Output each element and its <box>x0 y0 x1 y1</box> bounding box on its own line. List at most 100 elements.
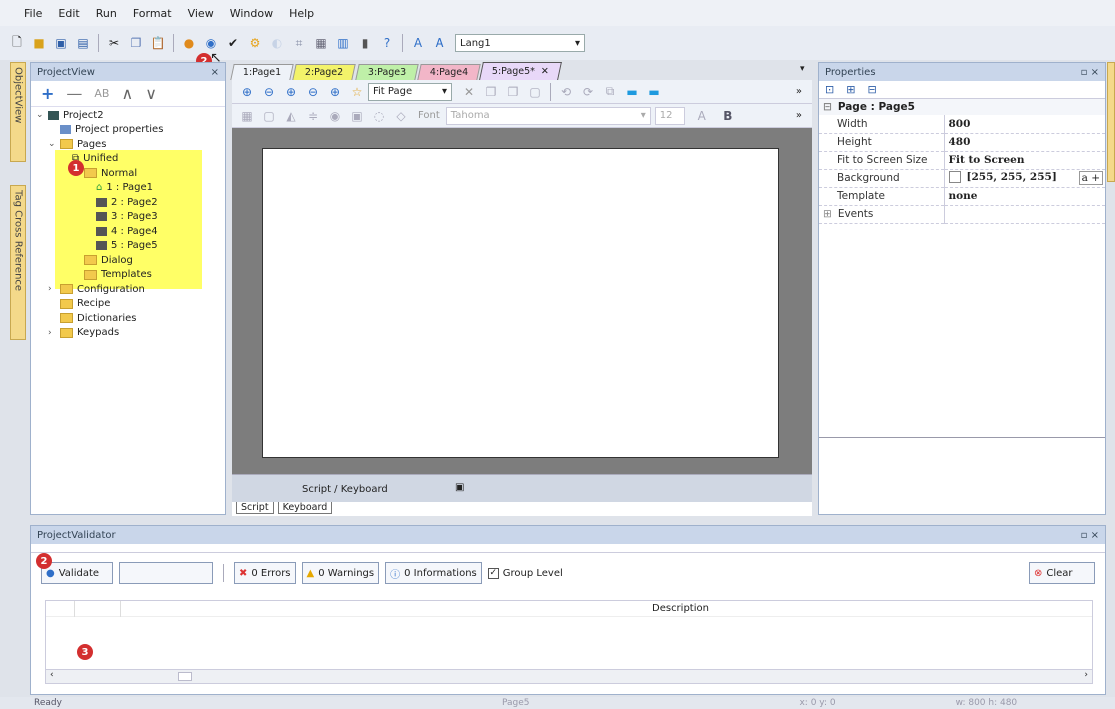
fill-icon[interactable]: ◭ <box>282 107 300 125</box>
scroll-left-icon[interactable]: ‹ <box>50 670 54 680</box>
tree-item[interactable]: Dialog <box>36 253 222 268</box>
tree-item[interactable]: Project properties <box>36 123 222 138</box>
info-icon[interactable]: ◉ <box>326 107 344 125</box>
group-icon[interactable]: ⟲ <box>557 83 575 101</box>
chevron-down-icon[interactable]: ⌄ <box>36 110 48 120</box>
chevron-down-icon[interactable]: ⌄ <box>48 139 60 149</box>
chart-icon[interactable]: ▮ <box>356 34 374 52</box>
warnings-filter-button[interactable]: ▲ 0 Warnings <box>301 562 380 584</box>
check-icon[interactable]: ✔ <box>224 34 242 52</box>
scroll-right-icon[interactable]: › <box>1084 670 1088 680</box>
validate-button[interactable]: ● Validate <box>41 562 113 584</box>
horizontal-scrollbar[interactable]: ‹ › <box>46 669 1092 683</box>
simulator-icon[interactable]: ◐ <box>268 34 286 52</box>
tab-page5[interactable]: 5:Page5* ✕ <box>479 62 563 80</box>
font-select[interactable]: Tahoma ▾ <box>445 106 651 125</box>
copy-obj-icon[interactable]: ❐ <box>504 83 522 101</box>
expand-icon[interactable]: ⊞ <box>823 208 832 220</box>
overflow-icon[interactable]: » <box>796 86 802 97</box>
zoom-area-icon[interactable]: ⊕ <box>326 83 344 101</box>
align-icon[interactable]: ▥ <box>334 34 352 52</box>
tree-item[interactable]: ⌄ Pages <box>36 137 222 152</box>
chevron-right-icon[interactable]: › <box>48 284 60 294</box>
pin-close-icon[interactable]: ▫ × <box>1081 67 1099 78</box>
clear-button[interactable]: ⊗ Clear <box>1029 562 1095 584</box>
property-row[interactable]: Width 800 <box>819 115 1105 134</box>
save-all-icon[interactable]: ▤ <box>74 34 92 52</box>
line-icon[interactable]: ≑ <box>304 107 322 125</box>
copy-icon[interactable]: ❐ <box>127 34 145 52</box>
tree-item[interactable]: Templates <box>36 268 222 283</box>
zoom-fit-icon[interactable]: ⊕ <box>282 83 300 101</box>
alphabetical-icon[interactable]: ⊞ <box>846 83 855 96</box>
menu-help[interactable]: Help <box>281 7 322 20</box>
menu-file[interactable]: File <box>16 7 50 20</box>
remove-icon[interactable]: — <box>66 84 82 103</box>
tree-item[interactable]: 3 : Page3 <box>36 210 222 225</box>
tree-item[interactable]: 2 : Page2 <box>36 195 222 210</box>
collapse-icon[interactable]: ⊟ <box>823 101 832 113</box>
tab-page1[interactable]: 1:Page1 <box>230 64 294 80</box>
cut-icon[interactable]: ✂ <box>105 34 123 52</box>
tree-item[interactable]: 4 : Page4 <box>36 224 222 239</box>
pin-close-icon[interactable]: ▫ × <box>1081 530 1099 541</box>
layer-back-icon[interactable]: ▬ <box>645 83 663 101</box>
overflow-icon[interactable]: » <box>796 110 802 121</box>
duplicate-icon[interactable]: ❐ <box>482 83 500 101</box>
menu-format[interactable]: Format <box>125 7 180 20</box>
tree-item[interactable]: ⌄ Project2 <box>36 108 222 123</box>
dock-icon[interactable]: ▣ <box>455 482 464 493</box>
menu-edit[interactable]: Edit <box>50 7 87 20</box>
zoom-select[interactable]: Fit Page ▾ <box>368 82 452 101</box>
tree-item[interactable]: ⌄Normal <box>36 166 222 181</box>
property-row[interactable]: Background [255, 255, 255] a + <box>819 169 1105 188</box>
move-up-icon[interactable]: ∧ <box>121 84 133 103</box>
tree-item[interactable]: › Keypads <box>36 326 222 341</box>
paste-icon[interactable]: 📋 <box>149 34 167 52</box>
property-value[interactable]: 800 <box>944 115 1105 134</box>
edit-button[interactable]: a + <box>1078 171 1103 185</box>
color-icon[interactable]: ◌ <box>370 107 388 125</box>
rename-icon[interactable]: AB <box>94 87 109 100</box>
errors-filter-button[interactable]: ✖ 0 Errors <box>234 562 296 584</box>
text-color-icon[interactable]: A <box>693 107 711 125</box>
font-icon[interactable]: Ꭺ <box>431 34 449 52</box>
tab-script[interactable]: Script <box>236 502 274 514</box>
new-file-icon[interactable]: 🗋 <box>8 34 26 52</box>
tabs-menu-icon[interactable]: ▾ <box>800 64 805 74</box>
zoom-in-icon[interactable]: ⊕ <box>238 83 256 101</box>
delete-icon[interactable]: ✕ <box>460 83 478 101</box>
property-value[interactable]: [255, 255, 255] a + <box>944 169 1105 188</box>
property-value[interactable]: none <box>944 187 1105 206</box>
scroll-thumb[interactable] <box>178 672 192 681</box>
font-size-select[interactable]: 12 <box>654 106 685 125</box>
run-icon[interactable]: ⚙ <box>246 34 264 52</box>
objectview-strip[interactable]: ObjectView <box>10 62 26 162</box>
bold-icon[interactable]: B <box>719 107 737 125</box>
frame-icon[interactable]: ▢ <box>526 83 544 101</box>
save-icon[interactable]: ▣ <box>52 34 70 52</box>
open-folder-icon[interactable]: ■ <box>30 34 48 52</box>
tab-keyboard[interactable]: Keyboard <box>277 502 333 514</box>
property-value[interactable]: 480 <box>944 133 1105 152</box>
close-tab-icon[interactable]: ✕ <box>541 66 549 77</box>
tree-item[interactable]: 5 : Page5 <box>36 239 222 254</box>
description-column-header[interactable]: Description <box>652 603 709 614</box>
layer-front-icon[interactable]: ▬ <box>623 83 641 101</box>
zoom-reset-icon[interactable]: ⊖ <box>304 83 322 101</box>
page-canvas[interactable] <box>262 148 779 458</box>
tab-page4[interactable]: 4:Page4 <box>417 64 481 80</box>
pan-icon[interactable]: ☆ <box>348 83 366 101</box>
layout-icon[interactable]: ⌗ <box>290 34 308 52</box>
close-icon[interactable]: × <box>211 67 219 78</box>
tree-item[interactable]: › Configuration <box>36 282 222 297</box>
help-icon[interactable]: ? <box>378 34 396 52</box>
tab-page2[interactable]: 2:Page2 <box>292 64 357 80</box>
image-icon[interactable]: ▦ <box>238 107 256 125</box>
tree-item[interactable]: Dictionaries <box>36 311 222 326</box>
menu-run[interactable]: Run <box>88 7 125 20</box>
move-down-icon[interactable]: ∨ <box>145 84 157 103</box>
language-select[interactable]: Lang1 ▾ <box>455 34 585 52</box>
grid-icon[interactable]: ▦ <box>312 34 330 52</box>
picture-icon[interactable]: ▣ <box>348 107 366 125</box>
